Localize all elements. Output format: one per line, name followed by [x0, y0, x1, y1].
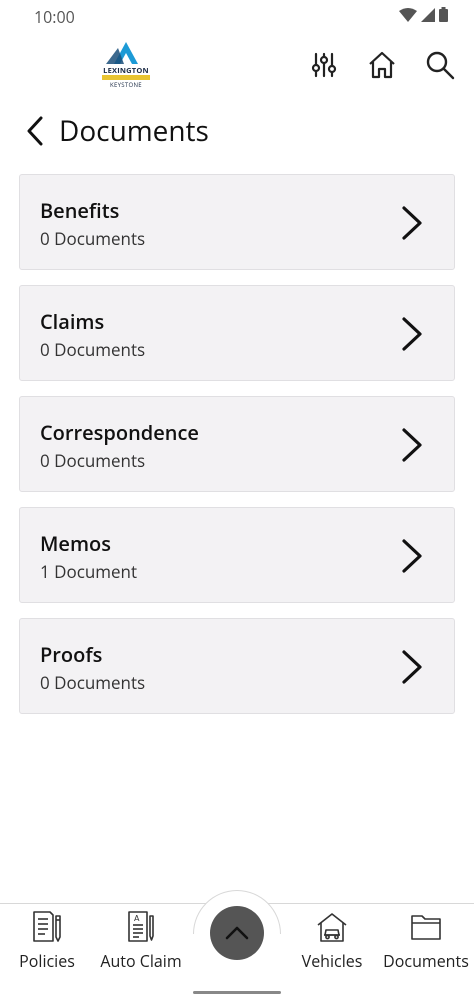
document-category-claims[interactable]: Claims 0 Documents: [19, 285, 455, 381]
nav-label: Policies: [19, 950, 75, 972]
document-category-proofs[interactable]: Proofs 0 Documents: [19, 618, 455, 714]
category-name: Proofs: [40, 641, 103, 668]
chevron-right-icon: [402, 428, 422, 462]
battery-icon: [439, 7, 448, 22]
auto-claim-icon: A: [124, 910, 158, 944]
category-name: Claims: [40, 308, 105, 335]
chevron-right-icon: [402, 317, 422, 351]
svg-text:A: A: [134, 914, 140, 923]
logo-mark-icon: [106, 42, 138, 64]
bottom-navigation: Policies A Auto Claim Vehicles Documents: [0, 890, 474, 1000]
logo-text-bottom: KEYSTONE: [110, 81, 142, 89]
signal-icon: [421, 7, 435, 22]
category-count: 1 Document: [40, 560, 138, 583]
home-icon: [369, 51, 395, 79]
status-time: 10:00: [34, 6, 75, 28]
document-category-memos[interactable]: Memos 1 Document: [19, 507, 455, 603]
title-row: Documents: [0, 112, 474, 152]
search-icon: [426, 51, 455, 80]
category-count: 0 Documents: [40, 338, 146, 361]
chevron-right-icon: [402, 539, 422, 573]
page-title: Documents: [59, 112, 209, 150]
policy-document-icon: [30, 910, 64, 944]
wifi-icon: [399, 7, 417, 22]
nav-auto-claim[interactable]: A Auto Claim: [95, 910, 187, 974]
category-name: Benefits: [40, 197, 120, 224]
logo-band: [102, 75, 150, 80]
home-button[interactable]: [366, 48, 398, 82]
status-bar: 10:00: [0, 0, 474, 32]
nav-label: Auto Claim: [100, 950, 182, 972]
category-name: Correspondence: [40, 419, 199, 446]
category-count: 0 Documents: [40, 671, 146, 694]
filter-button[interactable]: [308, 48, 340, 82]
nav-label: Documents: [383, 950, 469, 972]
chevron-up-icon: [225, 926, 249, 940]
nav-policies[interactable]: Policies: [14, 910, 80, 974]
document-category-benefits[interactable]: Benefits 0 Documents: [19, 174, 455, 270]
chevron-left-icon: [27, 116, 43, 146]
chevron-right-icon: [402, 650, 422, 684]
gesture-home-indicator[interactable]: [193, 991, 281, 994]
filter-sliders-icon: [311, 52, 337, 78]
back-button[interactable]: [22, 114, 48, 148]
app-header: LEXINGTON KEYSTONE: [0, 32, 474, 104]
search-button[interactable]: [424, 48, 456, 82]
category-count: 0 Documents: [40, 227, 146, 250]
expand-menu-button[interactable]: [210, 906, 264, 960]
status-icons: [399, 7, 448, 22]
nav-label: Vehicles: [301, 950, 363, 972]
company-logo: LEXINGTON KEYSTONE: [98, 38, 154, 92]
nav-vehicles[interactable]: Vehicles: [296, 910, 368, 974]
folder-icon: [409, 910, 443, 944]
category-name: Memos: [40, 530, 111, 557]
vehicle-garage-icon: [315, 910, 349, 944]
chevron-right-icon: [402, 206, 422, 240]
nav-documents[interactable]: Documents: [380, 910, 472, 974]
category-count: 0 Documents: [40, 449, 146, 472]
document-category-correspondence[interactable]: Correspondence 0 Documents: [19, 396, 455, 492]
